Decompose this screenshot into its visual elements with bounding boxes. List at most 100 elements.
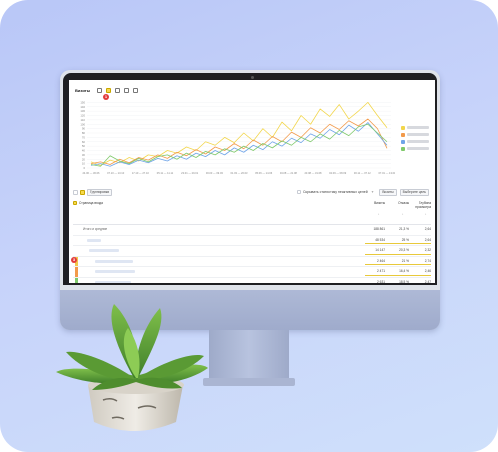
hide-bots-checkbox[interactable] [296,190,301,194]
step-badge-table: 3 [71,257,77,263]
series-line-4 [90,123,388,167]
x-tick-label: 02.09 — 08.09 [329,171,347,175]
legend-item[interactable] [401,131,429,138]
cell-visits: 2 631 [377,279,385,284]
chart-title: Визиты [75,87,91,93]
table-row[interactable]: 2 631 18,5 % 2,47 [73,277,431,284]
monitor-stand [209,330,289,380]
tree-view-icon[interactable] [73,189,78,195]
row-underline [365,264,431,265]
row-name-redacted [87,238,101,242]
legend-item[interactable] [401,145,429,152]
cell-bounces: 25 % [401,237,409,242]
cell-depth: 2,47 [424,279,431,284]
analytics-screen: Визиты 1 0 10 20 30 40 50 60 70 80 90 100 110 120 130… [69,80,435,283]
metric-select[interactable]: Визиты [379,188,397,196]
row-name-redacted [95,259,133,263]
groupings-button[interactable]: Группировки [87,188,113,196]
help-icon[interactable]: ? [372,190,374,194]
x-tick-label: 04.08 — 21.08 [280,171,298,175]
cell-depth: 2,64 [424,237,431,242]
row-underline [365,253,431,255]
y-tick-label: 90 [82,127,86,131]
totals-visits: 188 861 [373,227,385,231]
cell-visits: 2 471 [377,269,385,273]
y-tick-label: 80 [82,131,86,135]
table-row[interactable]: 2 471 16,4 % 2,46 [73,267,431,278]
legend-item[interactable] [401,138,429,145]
cell-visits: 48 534 [375,237,385,242]
y-tick-label: 50 [82,144,86,148]
y-tick-label: 70 [82,135,86,139]
legend-item[interactable] [401,124,429,131]
y-tick-label: 150 [80,100,85,104]
cell-visits: 2 464 [377,258,385,263]
x-tick-label: 07.01 — 13.01 [378,171,395,175]
y-tick-label: 40 [82,149,86,153]
x-tick-label: 24.06 — 30.06 [82,171,100,175]
x-tick-label: 03.03 — 09.03 [206,171,224,175]
cell-bounces: 16,4 % [399,269,409,273]
row-color-marker [75,246,78,256]
row-color-marker [75,235,78,245]
x-tick-label: 05.11 — 11.11 [157,171,174,175]
metric-header-bounces[interactable]: Отказы [389,201,409,205]
y-tick-label: 110 [81,118,86,122]
totals-row: Итого и средние 188 861 21,3 % 2,64 [73,225,431,236]
row-underline [365,274,431,276]
table-icon[interactable] [124,87,130,93]
select-all-checkbox[interactable] [73,201,77,205]
row-color-marker [75,277,78,283]
area-chart-icon[interactable] [106,87,112,93]
y-tick-label: 140 [80,105,85,109]
background-panel: Визиты 1 0 10 20 30 40 50 60 70 80 90 100 110 120 130… [0,0,498,452]
y-tick-label: 10 [82,162,86,166]
metric-header-visits[interactable]: Визиты [365,201,385,205]
y-tick-label: 120 [80,114,85,118]
pie-chart-icon[interactable] [133,87,139,93]
row-underline [365,243,431,244]
report-table: Страница входа Визиты Отказы Глубина про… [73,200,431,283]
cell-bounces: 20,3 % [399,248,409,252]
y-tick-label: 60 [82,140,86,144]
succulent-plant-image [56,304,208,431]
x-tick-label: 05.06 — 14.06 [255,171,273,175]
sort-icon[interactable]: ↓ [402,212,404,216]
table-row[interactable]: 14 147 20,3 % 2,32 [73,246,431,257]
series-line-1 [90,101,388,166]
sort-icon[interactable]: ↓ [425,212,427,216]
cell-bounces: 18,5 % [399,279,409,284]
cell-depth: 2,32 [424,248,431,252]
visits-line-chart: 0102030405060708090100110120130140150 24.… [80,100,395,175]
cell-visits: 14 147 [375,248,385,252]
table-header: Страница входа Визиты Отказы Глубина про… [73,200,431,225]
x-tick-label: 30.11 — 07.12 [354,171,371,175]
sort-icon[interactable]: ↓ [378,212,380,216]
metric-header-depth[interactable]: Глубина просмотра [413,201,431,209]
x-tick-label: 23.01 — 29.01 [181,171,199,175]
x-tick-label: 01.03 — 20.03 [230,171,248,175]
chart-legend [401,124,429,152]
row-name-redacted [95,270,135,273]
x-tick-label: 23.08 — 31.08 [304,171,322,175]
row-name-redacted [89,249,119,252]
goal-select[interactable]: Выберите цель [399,188,429,196]
line-chart-icon[interactable] [97,87,103,93]
cell-bounces: 21 % [401,258,409,263]
row-name-redacted [95,280,131,283]
totals-depth: 2,64 [424,227,431,231]
cell-depth: 2,74 [424,258,431,263]
totals-bounces: 21,3 % [399,227,409,231]
cell-depth: 2,46 [424,269,431,273]
bar-chart-icon[interactable] [115,87,121,93]
y-tick-label: 100 [80,122,85,126]
monitor-bezel: Визиты 1 0 10 20 30 40 50 60 70 80 90 100 110 120 130… [63,73,437,285]
table-row[interactable]: 2 464 21 % 2,74 [73,256,431,267]
flat-view-icon[interactable] [80,189,85,195]
hide-bots-label: Скрывать статистику неактивных целей [302,190,368,194]
row-color-marker [75,267,78,277]
x-tick-label: 17.10 — 27.10 [132,171,150,175]
y-tick-label: 0 [83,166,85,170]
table-row[interactable]: 48 534 25 % 2,64 [73,235,431,246]
dimension-header[interactable]: Страница входа [79,201,103,205]
